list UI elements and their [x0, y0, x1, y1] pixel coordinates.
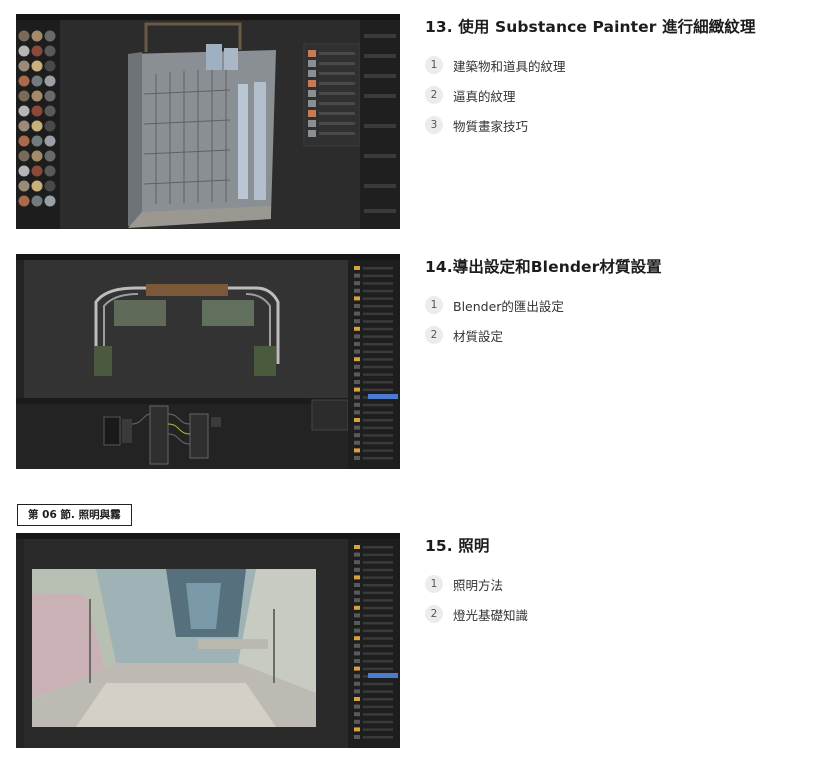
- item-number-badge: 1: [425, 296, 443, 314]
- lesson-title[interactable]: 14.導出設定和Blender材質設置: [425, 256, 662, 278]
- lesson-13-screenshot[interactable]: [16, 14, 400, 229]
- lesson-15-info: 15. 照明 1 照明方法 2 燈光基礎知識: [425, 535, 528, 629]
- blender-export-screenshot: [16, 254, 400, 469]
- list-item[interactable]: 1 Blender的匯出設定: [425, 290, 662, 320]
- lesson-14-info: 14.導出設定和Blender材質設置 1 Blender的匯出設定 2 材質設定: [425, 256, 662, 350]
- list-item[interactable]: 2 逼真的紋理: [425, 80, 756, 110]
- lesson-title[interactable]: 15. 照明: [425, 535, 528, 557]
- item-number-badge: 3: [425, 116, 443, 134]
- list-item[interactable]: 2 材質設定: [425, 320, 662, 350]
- section-heading-badge: 第 06 節. 照明與霧: [17, 504, 132, 526]
- item-label: 建築物和道具的紋理: [453, 58, 566, 74]
- lesson-14-screenshot[interactable]: [16, 254, 400, 469]
- list-item[interactable]: 3 物質畫家技巧: [425, 110, 756, 140]
- item-number-badge: 2: [425, 326, 443, 344]
- item-label: 燈光基礎知識: [453, 607, 529, 623]
- list-item[interactable]: 2 燈光基礎知識: [425, 599, 528, 629]
- item-number-badge: 1: [425, 56, 443, 74]
- item-number-badge: 2: [425, 605, 443, 623]
- lesson-subtopic-list: 1 建築物和道具的紋理 2 逼真的紋理 3 物質畫家技巧: [425, 50, 756, 140]
- item-number-badge: 1: [425, 575, 443, 593]
- item-label: Blender的匯出設定: [453, 298, 564, 314]
- item-label: 照明方法: [453, 577, 504, 593]
- lesson-15-screenshot[interactable]: [16, 533, 400, 748]
- lesson-subtopic-list: 1 Blender的匯出設定 2 材質設定: [425, 290, 662, 350]
- list-item[interactable]: 1 照明方法: [425, 569, 528, 599]
- substance-painter-screenshot: [16, 14, 400, 229]
- lesson-title[interactable]: 13. 使用 Substance Painter 進行細緻紋理: [425, 16, 756, 38]
- item-label: 物質畫家技巧: [453, 118, 529, 134]
- blender-lighting-screenshot: [16, 533, 400, 748]
- item-label: 逼真的紋理: [453, 88, 516, 104]
- item-label: 材質設定: [453, 328, 504, 344]
- lesson-13-info: 13. 使用 Substance Painter 進行細緻紋理 1 建築物和道具的…: [425, 16, 756, 140]
- list-item[interactable]: 1 建築物和道具的紋理: [425, 50, 756, 80]
- lesson-subtopic-list: 1 照明方法 2 燈光基礎知識: [425, 569, 528, 629]
- item-number-badge: 2: [425, 86, 443, 104]
